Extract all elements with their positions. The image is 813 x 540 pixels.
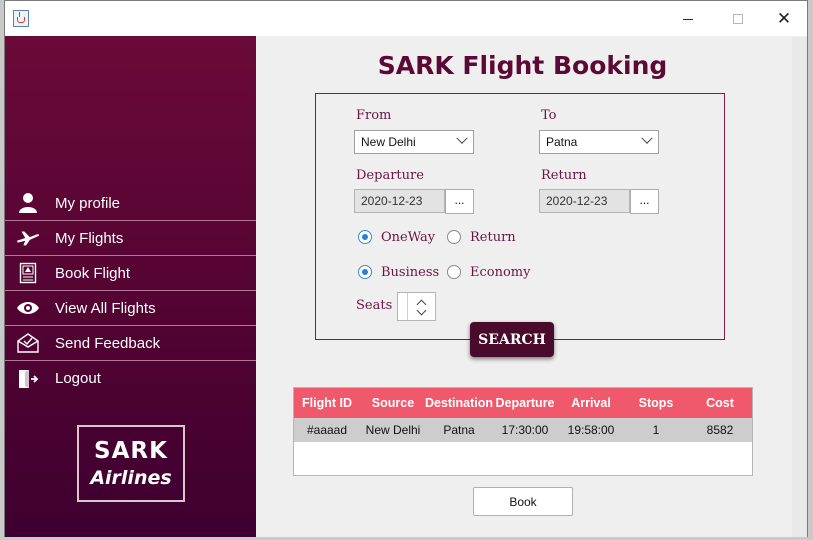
sidebar-item-label: Send Feedback xyxy=(55,334,161,352)
logo-line-1: SARK xyxy=(94,437,168,464)
table-cell: 17:30:00 xyxy=(501,423,549,437)
column-header: Stops xyxy=(638,396,674,410)
sidebar-item-label: My Flights xyxy=(55,229,124,247)
maximize-button[interactable] xyxy=(715,1,761,37)
column-header: Source xyxy=(371,396,415,410)
sidebar-item-logout[interactable]: Logout xyxy=(5,361,256,396)
sidebar-item-view-all-flights[interactable]: View All Flights xyxy=(5,291,256,326)
sark-airlines-logo: SARK Airlines xyxy=(77,425,185,502)
close-button[interactable]: ✕ xyxy=(761,1,807,37)
return-date-field[interactable]: 2020-12-23 xyxy=(539,189,630,213)
column-header: Flight ID xyxy=(302,396,352,410)
from-select[interactable]: New Delhi xyxy=(354,130,474,154)
table-cell: 19:58:00 xyxy=(567,423,615,437)
seats-spinner[interactable] xyxy=(397,292,436,321)
flights-table: Flight ID Source Destination Departure A… xyxy=(293,387,753,476)
chevron-down-icon xyxy=(456,132,468,144)
sidebar-item-label: Logout xyxy=(55,370,101,387)
departure-label: Departure xyxy=(356,168,424,183)
sidebar-item-label: Book Flight xyxy=(55,264,131,282)
economy-label: Economy xyxy=(470,264,531,280)
business-label: Business xyxy=(381,264,440,280)
logo-line-2: Airlines xyxy=(90,466,172,489)
table-cell: #aaaad xyxy=(306,423,348,437)
to-select[interactable]: Patna xyxy=(539,130,659,154)
airplane-icon xyxy=(16,226,40,250)
close-icon: ✕ xyxy=(776,9,792,29)
table-row[interactable]: #aaaad New Delhi Patna 17:30:00 19:58:00… xyxy=(294,418,752,442)
column-header: Destination xyxy=(424,396,494,410)
column-header: Cost xyxy=(706,396,734,410)
radio-unselected-icon xyxy=(447,265,461,279)
title-bar: ✕ xyxy=(5,1,807,37)
main-panel: SARK Flight Booking From New Delhi To Pa… xyxy=(256,36,807,537)
maximize-icon xyxy=(733,14,743,24)
booking-form: From New Delhi To Patna Departure 2020-1… xyxy=(315,93,725,357)
sidebar-item-send-feedback[interactable]: Send Feedback xyxy=(5,326,256,361)
departure-date-value: 2020-12-23 xyxy=(361,194,423,208)
java-cup-icon xyxy=(13,10,29,27)
departure-picker-button[interactable]: ... xyxy=(445,189,474,214)
sidebar-item-label: My profile xyxy=(55,194,121,212)
column-header: Departure xyxy=(495,396,555,410)
table-cell: New Delhi xyxy=(365,423,421,437)
table-header: Flight ID Source Destination Departure A… xyxy=(294,388,752,418)
seats-label: Seats xyxy=(356,298,393,313)
from-label: From xyxy=(356,108,392,123)
minimize-button[interactable] xyxy=(665,1,711,37)
table-cell: 8582 xyxy=(706,423,734,437)
booking-icon xyxy=(16,261,40,285)
to-label: To xyxy=(541,108,557,123)
scrollbar-track[interactable] xyxy=(792,37,807,537)
return-label: Return xyxy=(541,168,587,183)
radio-selected-icon xyxy=(358,230,372,244)
logout-icon xyxy=(16,367,40,391)
table-cell: 1 xyxy=(652,423,660,437)
oneway-label: OneWay xyxy=(381,229,436,245)
app-window: ✕ My profile My Flights Book Flight View… xyxy=(4,0,808,537)
eye-icon xyxy=(16,296,40,320)
return-trip-radio[interactable]: Return xyxy=(447,229,516,245)
from-value: New Delhi xyxy=(361,135,416,149)
sidebar-menu: My profile My Flights Book Flight View A… xyxy=(5,186,256,396)
table-cell: Patna xyxy=(443,423,475,437)
sidebar: My profile My Flights Book Flight View A… xyxy=(5,36,256,537)
sidebar-item-label: View All Flights xyxy=(55,299,156,317)
return-picker-button[interactable]: ... xyxy=(630,189,659,214)
return-trip-label: Return xyxy=(470,229,516,245)
feedback-mail-icon xyxy=(16,331,40,355)
economy-radio[interactable]: Economy xyxy=(447,264,530,280)
business-radio[interactable]: Business xyxy=(358,264,439,280)
chevron-down-icon xyxy=(641,132,653,144)
oneway-radio[interactable]: OneWay xyxy=(358,229,435,245)
minimize-icon xyxy=(683,18,693,20)
search-button[interactable]: SEARCH xyxy=(470,322,554,357)
radio-unselected-icon xyxy=(447,230,461,244)
column-header: Arrival xyxy=(571,396,611,410)
book-button[interactable]: Book xyxy=(473,487,573,516)
user-icon xyxy=(16,191,40,215)
radio-selected-icon xyxy=(358,265,372,279)
to-value: Patna xyxy=(546,135,578,149)
seats-input[interactable] xyxy=(398,293,408,320)
chevron-down-icon[interactable] xyxy=(416,305,427,316)
sidebar-item-my-profile[interactable]: My profile xyxy=(5,186,256,221)
page-title: SARK Flight Booking xyxy=(377,51,668,80)
sidebar-item-book-flight[interactable]: Book Flight xyxy=(5,256,256,291)
return-date-value: 2020-12-23 xyxy=(546,194,608,208)
departure-date-field[interactable]: 2020-12-23 xyxy=(354,189,445,213)
sidebar-item-my-flights[interactable]: My Flights xyxy=(5,221,256,256)
